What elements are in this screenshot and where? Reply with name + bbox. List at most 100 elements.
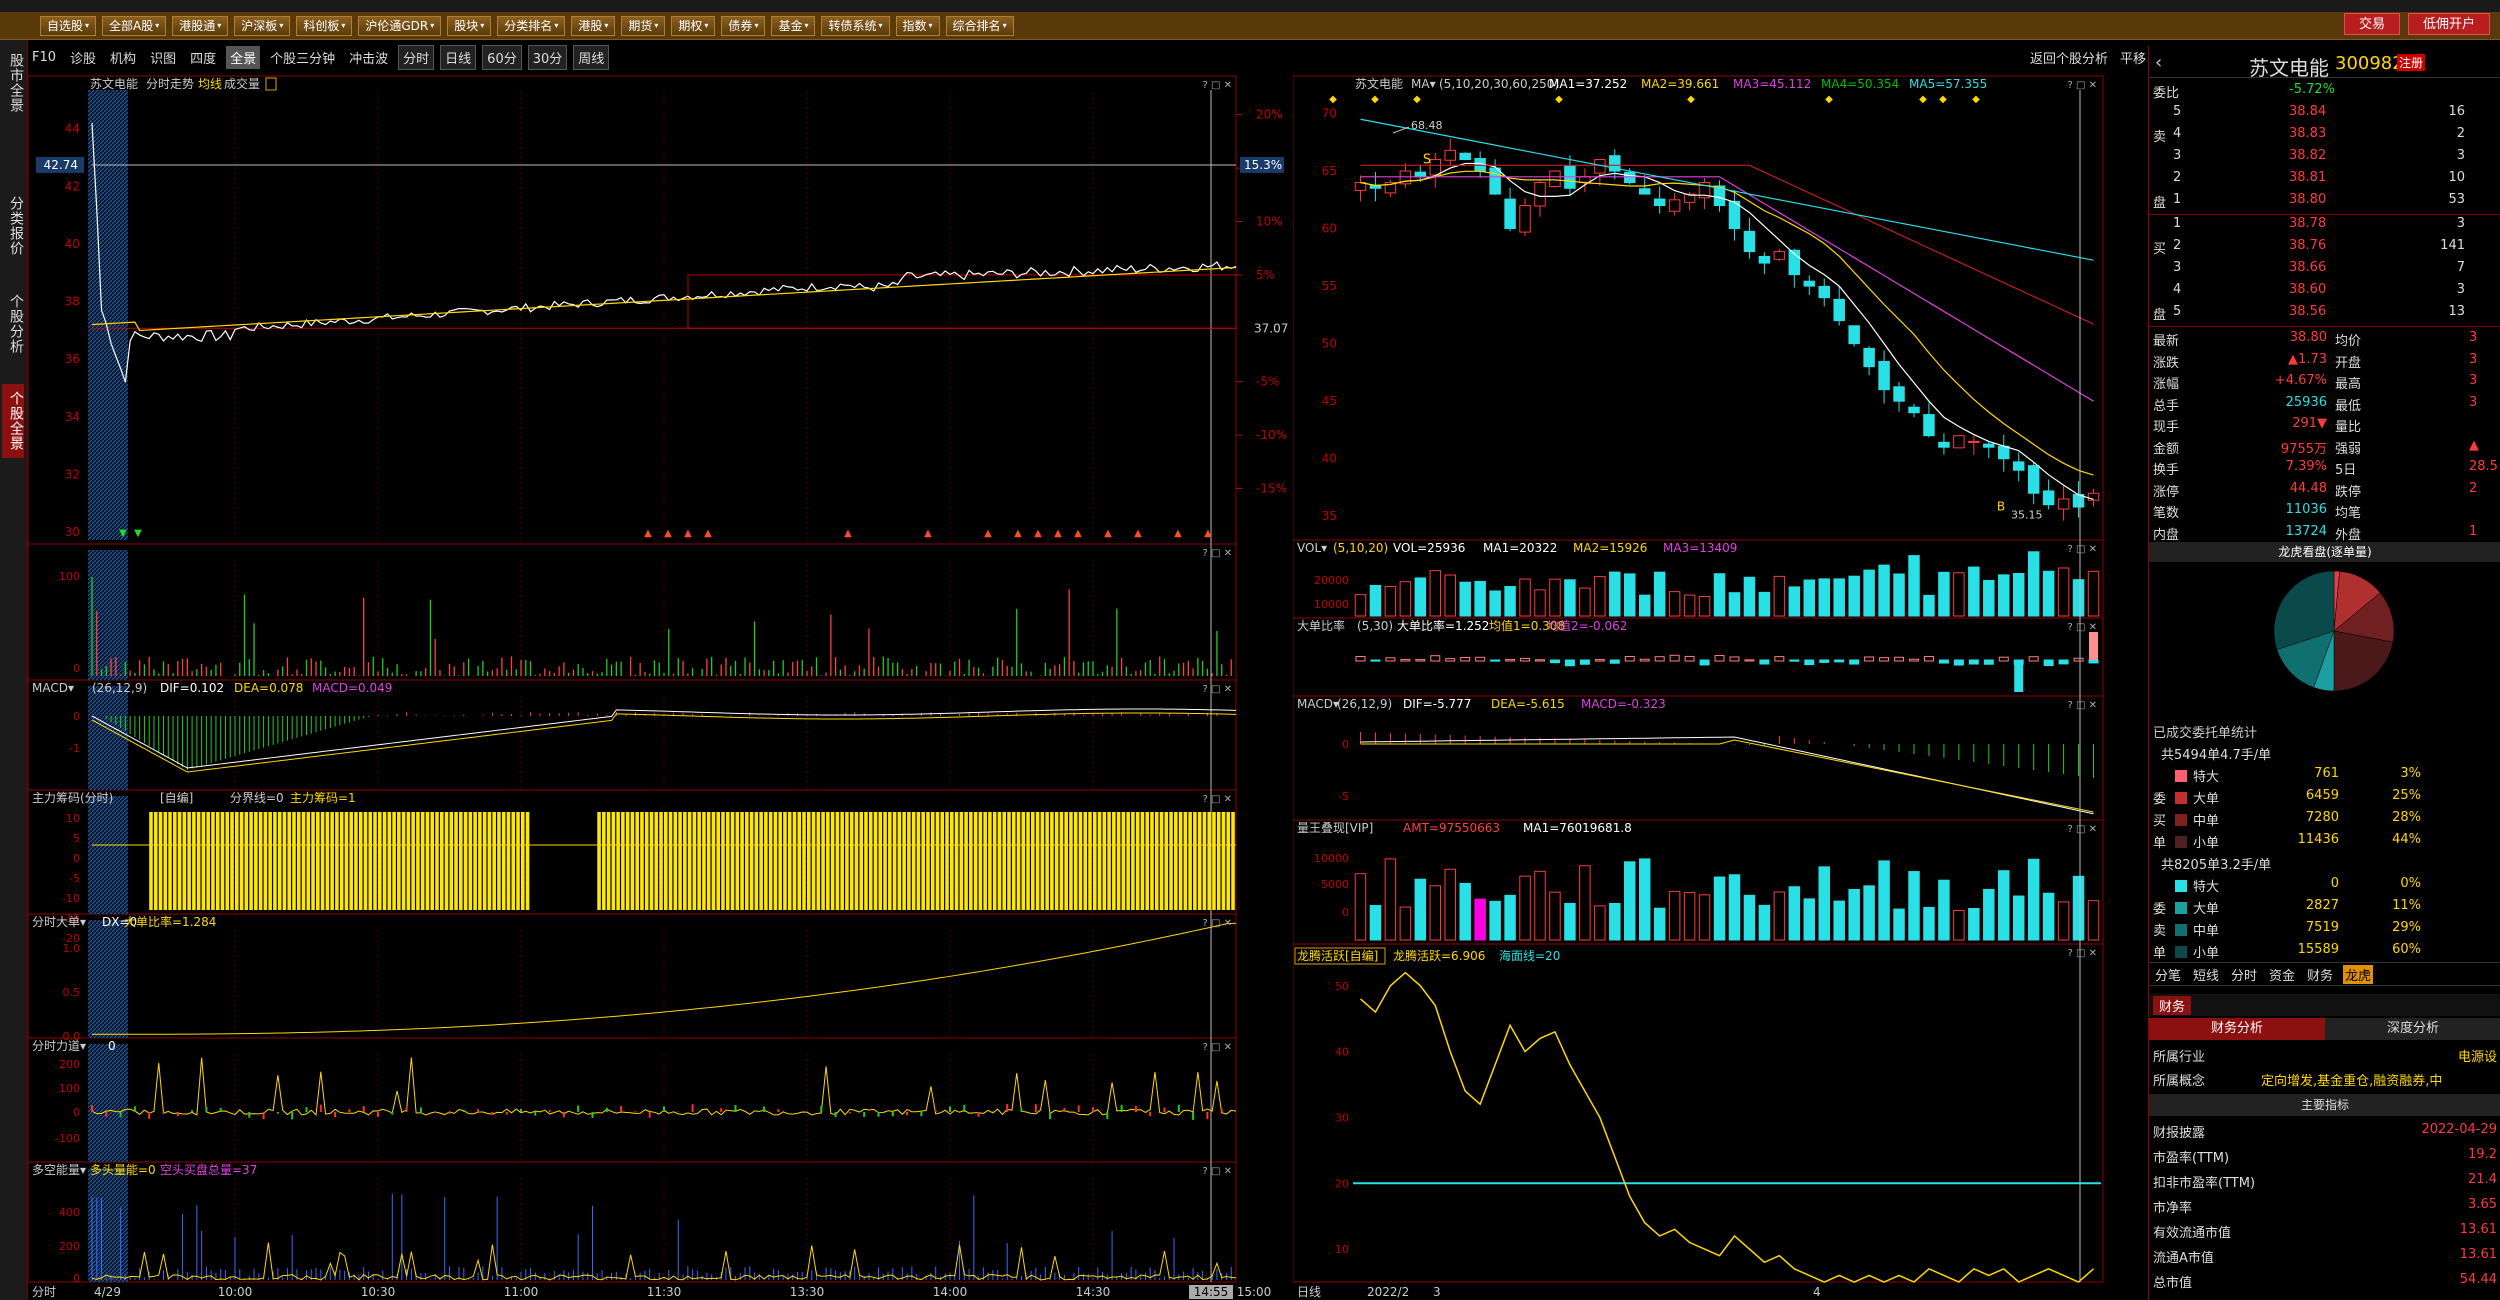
- period-1[interactable]: 日线: [440, 44, 477, 70]
- trade-button[interactable]: 交易: [2343, 13, 2400, 35]
- nav-item-2[interactable]: 港股通 ▾: [172, 15, 229, 36]
- intraday-chart-area[interactable]: 苏文电能分时走势均线成交量444240383634323020%15%10%5%…: [28, 72, 1290, 1300]
- period-0[interactable]: 分时: [398, 44, 435, 70]
- main-nav: 自选股 ▾ 全部A股 ▾ 港股通 ▾ 沪深板 ▾ 科创板 ▾ 沪伦通GDR ▾ 股块 ▾ 分类排名 ▾ 港股 ▾ 期…: [0, 12, 2500, 40]
- nav-item-11[interactable]: 债券 ▾: [721, 15, 766, 36]
- vol-bar: [1848, 575, 1860, 617]
- nav-item-5[interactable]: 沪伦通GDR ▾: [358, 15, 442, 36]
- deep-analysis-tab[interactable]: 深度分析: [2325, 1018, 2500, 1040]
- zhuli-bar: [1174, 812, 1178, 910]
- nav-item-3[interactable]: 沪深板 ▾: [234, 15, 291, 36]
- back-arrow-icon[interactable]: ‹: [2155, 52, 2162, 73]
- detail-tab-4[interactable]: 财务: [2305, 965, 2335, 984]
- nav-item-14[interactable]: 指数 ▾: [895, 15, 940, 36]
- candle-body: [1863, 347, 1875, 368]
- lwdx-bar: [1983, 888, 1995, 941]
- ask-row: 3 38.82 3: [2149, 148, 2500, 170]
- finance-analysis-tab[interactable]: 财务分析: [2149, 1018, 2325, 1040]
- nav-item-15[interactable]: 综合排名 ▾: [945, 15, 1014, 36]
- detail-tab-3[interactable]: 资金: [2267, 965, 2297, 984]
- detail-tab-2[interactable]: 分时: [2229, 965, 2259, 984]
- finance-tab[interactable]: 财务: [2153, 996, 2192, 1015]
- zhuli-bar: [1212, 812, 1216, 910]
- zhuli-tick: 0: [73, 852, 80, 865]
- toolbar-item-0[interactable]: F10: [28, 48, 60, 67]
- zhuli-bar: [730, 812, 735, 910]
- toolbar-item-7[interactable]: 冲击波: [345, 46, 392, 69]
- nav-item-12[interactable]: 基金 ▾: [771, 15, 816, 36]
- tab-market-overview[interactable]: 股市全景: [2, 48, 24, 118]
- nav-item-8[interactable]: 港股 ▾: [571, 15, 616, 36]
- kline-ma-menu: MA▾: [1411, 77, 1436, 91]
- zhuli-bar: [478, 812, 482, 910]
- period-2[interactable]: 60分: [482, 44, 522, 70]
- lthy-line: [1359, 971, 2095, 1283]
- detail-tab-0[interactable]: 分笔: [2153, 965, 2183, 984]
- zhuli-bar: [711, 812, 716, 910]
- tab-stock-panorama[interactable]: 个股全景: [2, 384, 24, 458]
- nav-item-4[interactable]: 科创板 ▾: [296, 15, 353, 36]
- toolbar-item-5[interactable]: 全景: [226, 45, 261, 69]
- nav-item-1[interactable]: 全部A股 ▾: [102, 15, 167, 36]
- tab-stock-analysis[interactable]: 个股分析: [2, 288, 24, 360]
- zhuli-bar: [849, 812, 854, 910]
- period-3[interactable]: 30分: [527, 44, 568, 70]
- stat-row: 换手 7.39% 5日 28.5: [2149, 459, 2500, 481]
- chevron-down-icon: ▾: [754, 20, 759, 30]
- ddbl-bar: [1445, 658, 1456, 662]
- stat-value2: 1: [2469, 523, 2478, 539]
- ddbl-bar: [2088, 659, 2099, 664]
- pan-toggle[interactable]: 平移: [2120, 48, 2146, 67]
- price-tick: 36: [65, 352, 80, 366]
- stat-row: 涨停 44.48 跌停 2: [2149, 481, 2500, 503]
- toolbar-item-2[interactable]: 机构: [106, 46, 140, 69]
- tab-category-quote[interactable]: 分类报价: [2, 190, 24, 262]
- candle-body: [1968, 440, 1980, 443]
- nav-item-13[interactable]: 转债系统 ▾: [821, 15, 890, 36]
- lthy-tick: 40: [1335, 1046, 1349, 1059]
- chevron-down-icon: ▾: [217, 20, 222, 30]
- kline-panel-0: [1293, 75, 2104, 541]
- kline-chart-area[interactable]: 苏文电能 MA▾ (5,10,20,30,60,250)MA1=37.252 MA2=…: [1293, 72, 2145, 1300]
- vol-bar: [1983, 579, 1995, 617]
- open-account-button[interactable]: 低佣开户: [2407, 13, 2490, 35]
- stat-label: 涨停: [2153, 484, 2180, 500]
- detail-tab-1[interactable]: 短线: [2191, 965, 2221, 984]
- vol-bar: [1863, 569, 1875, 617]
- sell-side-label: 委: [2153, 902, 2167, 917]
- vol-bar: [1818, 578, 1830, 617]
- back-to-analysis-link[interactable]: 返回个股分析: [2030, 48, 2108, 67]
- nav-item-7[interactable]: 分类排名 ▾: [497, 15, 566, 36]
- bid-volume: 3: [2456, 282, 2465, 297]
- zhuli-bar: [921, 812, 925, 910]
- indicator-menu-button[interactable]: [265, 77, 277, 91]
- toolbar-item-4[interactable]: 四度: [186, 46, 220, 69]
- toolbar-item-1[interactable]: 诊股: [66, 46, 100, 69]
- zhuli-tick: 5: [73, 832, 80, 845]
- nav-item-9[interactable]: 期货 ▾: [621, 15, 666, 36]
- detail-tab-5[interactable]: 龙虎: [2343, 965, 2374, 984]
- zhuli-bar: [1031, 812, 1035, 910]
- stock-toolbar: F10 诊股 机构 识图 四度 全景 个股三分钟 冲击波 分时 日线 60分 30分 周线: [28, 44, 1318, 70]
- zhuli-bar: [768, 812, 773, 910]
- nav-item-10[interactable]: 期权 ▾: [671, 15, 716, 36]
- toolbar-item-6[interactable]: 个股三分钟: [266, 46, 339, 69]
- zhuli-bar: [363, 812, 368, 910]
- zhuli-bar: [950, 812, 954, 910]
- fsld-value: 0: [108, 1039, 116, 1053]
- nav-item-6[interactable]: 股块 ▾: [447, 15, 492, 36]
- zhuli-bar: [983, 812, 987, 910]
- zhuli-bar: [973, 812, 978, 910]
- pct-tick: 10%: [1256, 215, 1283, 229]
- zhuli-bar: [511, 812, 516, 910]
- zhuli-bar: [420, 812, 425, 910]
- signal-down-icon: ▼: [134, 528, 142, 539]
- candle-body: [1534, 182, 1546, 207]
- toolbar-item-3[interactable]: 识图: [146, 46, 180, 69]
- zhuli-bar: [215, 812, 220, 910]
- period-4[interactable]: 周线: [573, 44, 610, 70]
- fsdd-line: [92, 922, 1236, 1035]
- zhuli-a: 分界线=0: [230, 791, 284, 805]
- zhuli-bar: [1197, 812, 1202, 910]
- nav-item-0[interactable]: 自选股 ▾: [40, 15, 97, 36]
